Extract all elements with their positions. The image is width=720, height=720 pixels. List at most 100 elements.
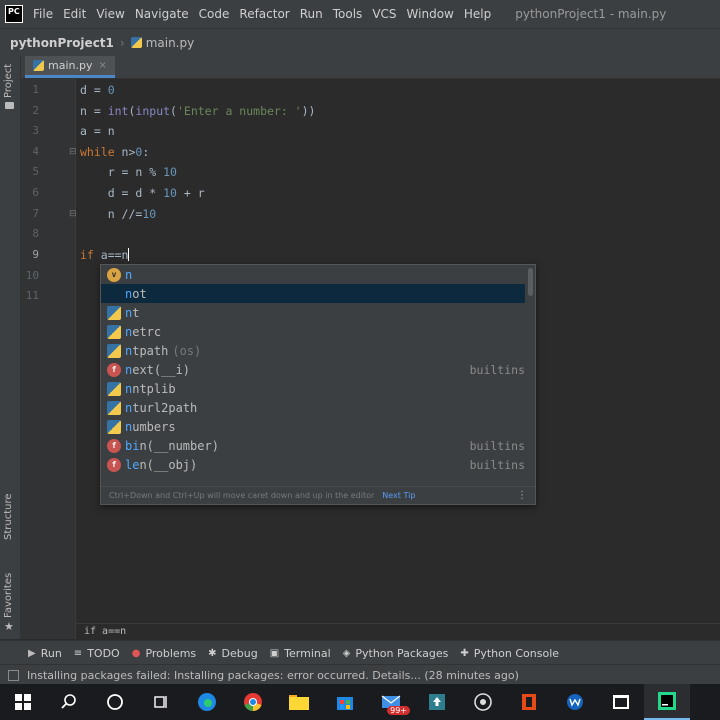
completion-item[interactable]: f le n(__obj) builtins xyxy=(101,455,525,474)
tool-label: Python Console xyxy=(473,646,560,660)
window-app-taskbar-button[interactable] xyxy=(598,684,644,720)
line-number: 10 xyxy=(25,269,39,282)
mail-taskbar-button[interactable]: 99+ xyxy=(368,684,414,720)
cortana-button[interactable] xyxy=(92,684,138,720)
toggle-tool-windows-icon[interactable] xyxy=(8,669,19,681)
chrome-icon xyxy=(244,693,262,711)
breadcrumb: pythonProject1 › main.py xyxy=(0,28,720,57)
windows-start-button[interactable] xyxy=(0,684,46,720)
structure-tool-button[interactable]: Structure xyxy=(3,493,14,540)
chromium-taskbar-button[interactable] xyxy=(460,684,506,720)
menu-window[interactable]: Window xyxy=(407,7,454,21)
menu-run[interactable]: Run xyxy=(300,7,323,21)
completion-item[interactable]: n turl2path xyxy=(101,398,525,417)
python-file-icon xyxy=(130,37,142,48)
more-options-icon[interactable]: ⋮ xyxy=(517,490,527,501)
run-tool-button[interactable]: ▶ Run xyxy=(28,647,62,660)
function-icon: f xyxy=(107,362,121,377)
code-line-3: a = n xyxy=(80,124,115,138)
completion-item[interactable]: n tpath (os) xyxy=(101,341,525,360)
python-packages-tool-button[interactable]: ◈ Python Packages xyxy=(343,647,449,660)
bug-icon: ✱ xyxy=(208,647,217,659)
menu-refactor[interactable]: Refactor xyxy=(239,7,289,21)
python-console-tool-button[interactable]: ✚ Python Console xyxy=(460,647,559,660)
tool-label: Python Packages xyxy=(355,646,449,660)
line-number: 8 xyxy=(32,227,39,240)
python-module-icon xyxy=(107,305,121,320)
completion-item[interactable]: f bi n(__number) builtins xyxy=(101,436,525,455)
code-line-6: d = d * 10 + r xyxy=(80,186,205,200)
completion-item[interactable]: n umbers xyxy=(101,417,525,436)
breadcrumb-project[interactable]: pythonProject1 xyxy=(10,36,114,50)
menu-help[interactable]: Help xyxy=(464,7,491,21)
debug-tool-button[interactable]: ✱ Debug xyxy=(208,647,258,660)
line-number: 5 xyxy=(32,165,39,178)
popup-scrollbar[interactable] xyxy=(528,268,533,296)
list-icon: ≡ xyxy=(73,647,83,659)
file-explorer-taskbar-button[interactable] xyxy=(276,684,322,720)
python-file-icon xyxy=(33,60,44,71)
completion-item[interactable]: nt xyxy=(101,303,525,322)
menu-edit[interactable]: Edit xyxy=(63,7,86,21)
breadcrumb-file[interactable]: main.py xyxy=(146,36,195,50)
search-icon xyxy=(61,694,76,709)
tool-label: Terminal xyxy=(284,646,331,660)
left-tool-strip: Project Structure Favorites ★ xyxy=(0,56,21,639)
code-completion-popup: v n n ot nt n etrc n tpath (os) f n ext(__i)… xyxy=(100,264,536,505)
menu-vcs[interactable]: VCS xyxy=(372,7,396,21)
status-bar: Installing packages failed: Installing p… xyxy=(0,664,720,685)
chromium-icon xyxy=(474,693,492,711)
upload-app-taskbar-button[interactable] xyxy=(414,684,460,720)
menu-code[interactable]: Code xyxy=(199,7,230,21)
tab-main-py[interactable]: main.py × xyxy=(25,56,115,78)
completion-item-selected[interactable]: n ot xyxy=(101,284,525,303)
next-tip-link[interactable]: Next Tip xyxy=(382,491,415,500)
word-taskbar-button[interactable] xyxy=(552,684,598,720)
pycharm-taskbar-button[interactable] xyxy=(644,684,690,720)
line-number-gutter: 1 2 3 4 5 6 7 8 9 10 11 ⊟ ⊟ xyxy=(21,79,77,639)
favorites-tool-button[interactable]: Favorites xyxy=(3,573,14,618)
python-module-icon xyxy=(107,324,121,339)
tool-label: TODO xyxy=(87,646,120,660)
tool-label: Problems xyxy=(145,646,197,660)
line-number: 3 xyxy=(32,124,39,137)
popup-footer: Ctrl+Down and Ctrl+Up will move caret do… xyxy=(101,486,535,504)
completion-item[interactable]: f n ext(__i) builtins xyxy=(101,360,525,379)
code-line-4: while n>0: xyxy=(80,145,150,159)
terminal-icon: ▣ xyxy=(269,647,280,659)
office-taskbar-button[interactable] xyxy=(506,684,552,720)
line-number: 11 xyxy=(25,289,39,302)
chrome-taskbar-button[interactable] xyxy=(230,684,276,720)
code-line-5: r = n % 10 xyxy=(80,165,177,179)
menu-navigate[interactable]: Navigate xyxy=(135,7,189,21)
store-icon xyxy=(337,697,353,710)
menu-tools[interactable]: Tools xyxy=(333,7,363,21)
upload-icon xyxy=(429,694,445,710)
menu-file[interactable]: File xyxy=(33,7,53,21)
status-message[interactable]: Installing packages failed: Installing p… xyxy=(27,669,519,682)
keyword-icon xyxy=(107,287,121,301)
line-number: 7 xyxy=(32,207,39,220)
code-line-2: n = int(input('Enter a number: ')) xyxy=(80,104,316,118)
problems-tool-button[interactable]: ● Problems xyxy=(132,647,196,660)
edge-taskbar-button[interactable] xyxy=(184,684,230,720)
todo-tool-button[interactable]: ≡ TODO xyxy=(74,647,120,660)
office-icon xyxy=(522,694,536,710)
line-number: 6 xyxy=(32,186,39,199)
completion-item[interactable]: v n xyxy=(101,265,525,284)
task-view-button[interactable] xyxy=(138,684,184,720)
completion-item[interactable]: n ntplib xyxy=(101,379,525,398)
windows-logo-icon xyxy=(15,694,31,710)
close-icon[interactable]: × xyxy=(98,60,106,71)
project-tool-button[interactable]: Project xyxy=(3,64,14,98)
code-breadcrumb[interactable]: if a==n xyxy=(76,623,720,639)
app-window-icon xyxy=(613,695,629,709)
search-button[interactable] xyxy=(46,684,92,720)
function-icon: f xyxy=(107,438,121,453)
line-number: 2 xyxy=(32,104,39,117)
completion-item[interactable]: n etrc xyxy=(101,322,525,341)
menu-view[interactable]: View xyxy=(96,7,124,21)
popup-tip-text: Ctrl+Down and Ctrl+Up will move caret do… xyxy=(109,491,375,500)
store-taskbar-button[interactable] xyxy=(322,684,368,720)
terminal-tool-button[interactable]: ▣ Terminal xyxy=(270,647,331,660)
